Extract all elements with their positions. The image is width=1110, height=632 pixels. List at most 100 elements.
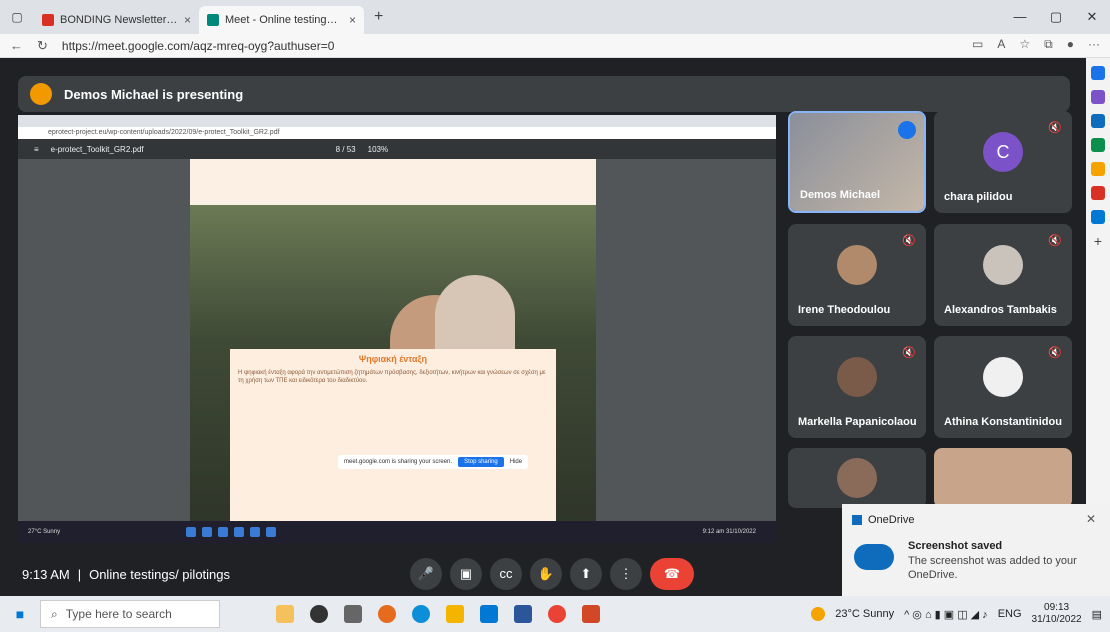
cortana-icon[interactable] bbox=[310, 605, 328, 623]
participant-tile[interactable]: 🔇 Alexandros Tambakis bbox=[934, 224, 1072, 326]
participant-tile[interactable] bbox=[788, 448, 926, 508]
meeting-name: Online testings/ pilotings bbox=[89, 567, 231, 582]
shared-url: eprotect-project.eu/wp-content/uploads/2… bbox=[18, 127, 776, 139]
tab-meet[interactable]: Meet - Online testings/ pilo × bbox=[199, 6, 364, 34]
camera-button[interactable]: ▣ bbox=[450, 558, 482, 590]
windows-taskbar: ■ ⌕ Type here to search 23°C Sunny ^ ◎ ⌂… bbox=[0, 596, 1110, 632]
app-icon bbox=[218, 527, 229, 537]
window-controls: — ▢ ✕ bbox=[1002, 0, 1110, 34]
pdf-filename: e-protect_Toolkit_GR2.pdf bbox=[50, 144, 144, 154]
tools-icon[interactable] bbox=[1091, 138, 1105, 152]
profile-icon[interactable]: ● bbox=[1067, 37, 1074, 52]
app-icon bbox=[250, 527, 261, 537]
cast-icon[interactable]: ▭ bbox=[972, 37, 983, 52]
avatar bbox=[837, 356, 877, 397]
games-icon[interactable] bbox=[1091, 162, 1105, 176]
widget-icon[interactable] bbox=[276, 605, 294, 623]
mic-off-icon: 🔇 bbox=[902, 235, 916, 247]
pdf-body: Η ψηφιακή ένταξη αφορά την αντιμετώπιση … bbox=[238, 370, 546, 384]
shared-tab-bar bbox=[18, 115, 776, 127]
new-tab-button[interactable]: + bbox=[364, 8, 383, 26]
address-bar: ← ↻ https://meet.google.com/aqz-mreq-oyg… bbox=[0, 34, 1110, 58]
participant-tile[interactable]: 🔇 Irene Theodoulou bbox=[788, 224, 926, 326]
add-icon[interactable]: + bbox=[1091, 234, 1105, 248]
pdf-icon bbox=[42, 14, 54, 26]
back-icon[interactable]: ← bbox=[10, 38, 23, 53]
text-box: Ψηφιακή ένταξη Η ψηφιακή ένταξη αφορά τη… bbox=[230, 349, 556, 539]
read-aloud-icon[interactable]: A bbox=[997, 37, 1005, 52]
mic-button[interactable]: 🎤 bbox=[410, 558, 442, 590]
store-icon[interactable] bbox=[514, 605, 532, 623]
toast-message: The screenshot was added to your OneDriv… bbox=[908, 555, 1077, 581]
app-icon bbox=[186, 527, 197, 537]
favorite-icon[interactable]: ☆ bbox=[1019, 37, 1030, 52]
minimize-icon[interactable]: — bbox=[1002, 0, 1038, 34]
mic-off-icon: 🔇 bbox=[1048, 122, 1062, 134]
participant-tile[interactable] bbox=[934, 448, 1072, 508]
tray-icons[interactable]: ^ ◎ ⌂ ▮ ▣ ◫ ◢ ♪ bbox=[904, 608, 988, 621]
app-icon bbox=[202, 527, 213, 537]
cloud-icon bbox=[854, 544, 894, 570]
file-explorer-icon[interactable] bbox=[446, 605, 464, 623]
mic-off-icon: 🔇 bbox=[1048, 235, 1062, 247]
search-icon[interactable] bbox=[1091, 66, 1105, 80]
pdf-toolbar: ≡ e-protect_Toolkit_GR2.pdf 8 / 53 103% bbox=[18, 139, 776, 159]
onedrive-notification[interactable]: OneDrive ✕ Screenshot saved The screensh… bbox=[842, 504, 1110, 600]
close-tab-icon[interactable]: × bbox=[184, 13, 191, 27]
sparkle-icon[interactable] bbox=[1091, 90, 1105, 104]
pdf-zoom: 103% bbox=[367, 144, 389, 154]
start-icon[interactable]: ■ bbox=[0, 606, 40, 622]
avatar bbox=[983, 244, 1023, 285]
participant-tile[interactable]: 🔇 Athina Konstantinidou bbox=[934, 336, 1072, 438]
pdf-heading: Ψηφιακή ένταξη bbox=[358, 354, 428, 364]
presenter-avatar bbox=[30, 83, 52, 105]
chrome-icon[interactable] bbox=[548, 605, 566, 623]
clock[interactable]: 09:13 31/10/2022 bbox=[1032, 602, 1082, 626]
pdf-menu-icon: ≡ bbox=[34, 144, 39, 154]
tab-newsletter[interactable]: BONDING Newsletter #1 EN_v1.( × bbox=[34, 6, 199, 34]
maximize-icon[interactable]: ▢ bbox=[1038, 0, 1074, 34]
participant-tile[interactable]: 🔇 Markella Papanicolaou bbox=[788, 336, 926, 438]
stop-sharing-button: Stop sharing bbox=[458, 457, 504, 467]
weather-text[interactable]: 23°C Sunny bbox=[835, 608, 894, 620]
tab-actions-icon[interactable]: ▢ bbox=[0, 10, 34, 24]
language[interactable]: ENG bbox=[998, 608, 1022, 620]
url-field[interactable]: https://meet.google.com/aqz-mreq-oyg?aut… bbox=[62, 39, 334, 53]
raise-hand-button[interactable]: ✋ bbox=[530, 558, 562, 590]
avatar bbox=[837, 244, 877, 285]
office-icon[interactable] bbox=[1091, 186, 1105, 200]
search-box[interactable]: ⌕ Type here to search bbox=[40, 600, 220, 628]
tag-icon[interactable] bbox=[1091, 114, 1105, 128]
more-options-button[interactable]: ⋮ bbox=[610, 558, 642, 590]
weather-icon bbox=[811, 607, 826, 621]
more-icon[interactable]: ··· bbox=[1088, 37, 1100, 52]
task-view-icon[interactable] bbox=[344, 605, 362, 623]
powerpoint-icon[interactable] bbox=[582, 605, 600, 623]
app-icon bbox=[266, 527, 277, 537]
mic-off-icon: 🔇 bbox=[902, 347, 916, 359]
present-button[interactable]: ⬆ bbox=[570, 558, 602, 590]
meeting-time: 9:13 AM bbox=[22, 567, 70, 582]
pdf-page: 8 / 53 bbox=[335, 144, 356, 154]
notification-icon[interactable]: ▤ bbox=[1092, 608, 1102, 621]
shared-taskbar: 27°C Sunny 9:12 am 31/10/2022 bbox=[18, 521, 776, 543]
system-tray: 23°C Sunny ^ ◎ ⌂ ▮ ▣ ◫ ◢ ♪ ENG 09:13 31/… bbox=[811, 596, 1102, 632]
close-tab-icon[interactable]: × bbox=[349, 13, 356, 27]
firefox-icon[interactable] bbox=[378, 605, 396, 623]
outlook-icon[interactable] bbox=[1091, 210, 1105, 224]
sharing-notice: meet.google.com is sharing your screen. … bbox=[338, 455, 529, 469]
outlook-icon[interactable] bbox=[480, 605, 498, 623]
avatar bbox=[983, 356, 1023, 397]
collections-icon[interactable]: ⧉ bbox=[1044, 37, 1053, 52]
edge-icon[interactable] bbox=[412, 605, 430, 623]
avatar bbox=[837, 458, 877, 498]
leave-call-button[interactable]: ☎ bbox=[650, 558, 694, 590]
meeting-info: 9:13 AM | Online testings/ pilotings bbox=[22, 567, 231, 582]
refresh-icon[interactable]: ↻ bbox=[37, 38, 48, 54]
participant-tile[interactable]: Demos Michael bbox=[788, 111, 926, 213]
captions-button[interactable]: cc bbox=[490, 558, 522, 590]
call-controls: 🎤 ▣ cc ✋ ⬆ ⋮ ☎ bbox=[410, 558, 694, 590]
close-icon[interactable]: ✕ bbox=[1086, 512, 1096, 526]
close-window-icon[interactable]: ✕ bbox=[1074, 0, 1110, 34]
participant-tile[interactable]: 🔇 C chara pilidou bbox=[934, 111, 1072, 213]
